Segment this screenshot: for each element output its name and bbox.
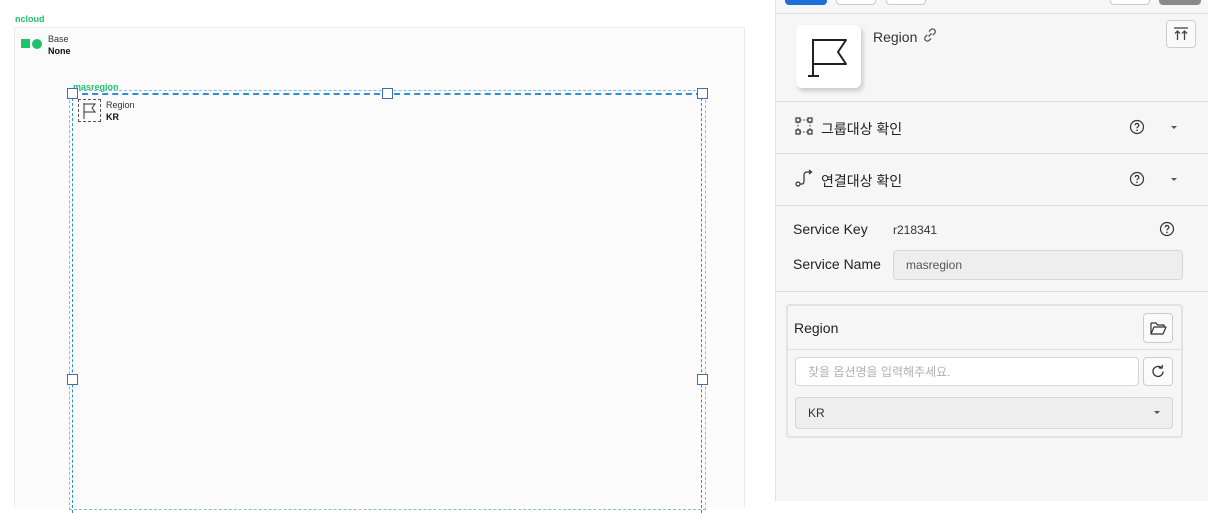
resize-handle-middle-left[interactable] [67, 374, 78, 385]
service-name-label: Service Name [793, 256, 881, 272]
option-search-input[interactable] [795, 357, 1139, 386]
resize-handle-top-left[interactable] [67, 88, 78, 99]
region-select[interactable]: KR [795, 397, 1173, 429]
accordion-label: 그룹대상 확인 [821, 121, 903, 137]
service-key-label: Service Key [793, 221, 868, 237]
folder-open-icon [1150, 322, 1167, 335]
help-icon[interactable] [1159, 221, 1175, 237]
base-value-label: None [48, 46, 71, 56]
refresh-button[interactable] [1143, 357, 1173, 386]
group-select-icon [794, 116, 814, 136]
resize-handle-middle-right[interactable] [697, 374, 708, 385]
collapse-all-button[interactable] [1166, 20, 1196, 48]
help-icon[interactable] [1129, 119, 1145, 135]
toolbar-button-4[interactable] [1110, 0, 1150, 5]
region-node-value: KR [106, 112, 119, 122]
chevron-down-icon[interactable] [1171, 178, 1177, 181]
properties-panel: Region 그룹대상 확인 연결대상 확인 Service Key r2183… [775, 0, 1208, 501]
toolbar-divider [776, 13, 1208, 14]
toolbar-button-5[interactable] [1159, 0, 1201, 5]
service-name-field[interactable]: masregion [893, 250, 1183, 280]
diagram-canvas[interactable]: ncloud Base None masregion Region KR [0, 0, 775, 513]
link-icon[interactable] [922, 27, 938, 43]
cloud-label: ncloud [15, 14, 45, 24]
accordion-group-targets[interactable]: 그룹대상 확인 [776, 102, 1208, 152]
primary-toolbar-button[interactable] [785, 0, 827, 5]
region-node-flag-icon[interactable] [78, 99, 101, 122]
refresh-icon [1152, 364, 1164, 378]
ncloud-logo-icon [21, 39, 43, 49]
service-key-value: r218341 [893, 223, 938, 237]
resource-title: Region [873, 29, 918, 45]
card-divider [788, 349, 1182, 350]
region-node-type: Region [106, 100, 135, 110]
connection-icon [794, 168, 814, 188]
accordion-label: 연결대상 확인 [821, 173, 903, 189]
section-divider [776, 205, 1208, 206]
region-card-title: Region [794, 320, 839, 336]
resize-handle-top-right[interactable] [697, 88, 708, 99]
base-type-label: Base [48, 34, 69, 44]
chevron-down-icon[interactable] [1154, 411, 1160, 414]
help-icon[interactable] [1129, 171, 1145, 187]
region-group-selection[interactable] [72, 93, 702, 513]
section-divider [776, 291, 1208, 292]
resize-handle-top-center[interactable] [382, 88, 393, 99]
flag-icon [796, 25, 861, 88]
chevron-down-icon[interactable] [1171, 126, 1177, 129]
toolbar-button-2[interactable] [836, 0, 876, 5]
folder-open-button[interactable] [1143, 313, 1173, 343]
accordion-connection-targets[interactable]: 연결대상 확인 [776, 154, 1208, 204]
toolbar-button-3[interactable] [886, 0, 926, 5]
